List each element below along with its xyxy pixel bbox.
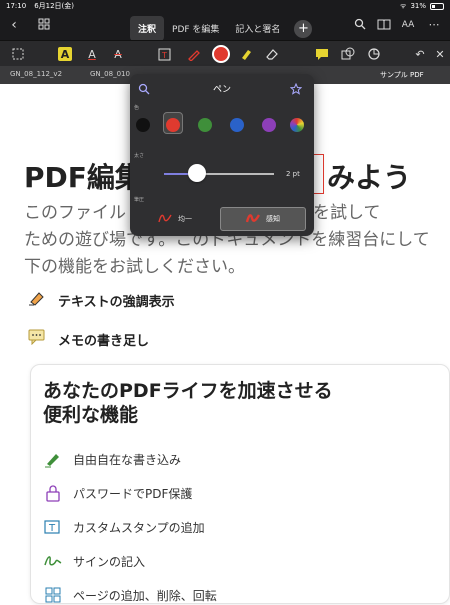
card-title-line: あなたのPDFライフを加速させる (43, 380, 333, 402)
card-item: パスワードでPDF保護 (43, 483, 192, 503)
size-slider[interactable] (164, 173, 274, 175)
card-item: ページの追加、削除、回転 (43, 585, 217, 605)
text-size-icon[interactable]: AA (400, 18, 416, 34)
paragraph-line: 下の機能をお試しください。 (24, 257, 245, 277)
card-item: サインの記入 (43, 551, 145, 571)
card-item-label: 自由自在な書き込み (73, 452, 182, 467)
doc-tab[interactable]: GN_08_112_v2 (10, 70, 62, 78)
feature-highlight: テキストの強調表示 (28, 290, 175, 310)
select-icon[interactable] (10, 46, 26, 62)
squiggle-icon (158, 213, 172, 225)
color-swatch-black[interactable] (136, 118, 150, 132)
page-heading: PDF編集 (24, 161, 143, 194)
underline-icon[interactable]: A (84, 46, 100, 62)
pen-settings-popup: ペン 色 太さ 2 pt 筆圧 均一 感知 (130, 74, 314, 236)
color-swatch-blue[interactable] (230, 118, 244, 132)
mode-uniform-button[interactable]: 均一 (140, 207, 210, 231)
card-item-label: ページの追加、削除、回転 (73, 588, 217, 603)
card-item: 自由自在な書き込み (43, 449, 181, 469)
highlighter-icon (28, 290, 46, 310)
status-date: 6月12日(金) (34, 2, 75, 10)
card-item-label: カスタムスタンプの追加 (73, 520, 205, 535)
status-time: 17:10 (6, 2, 27, 10)
color-label: 色 (134, 105, 140, 111)
size-value: 2 pt (286, 170, 300, 178)
undo-icon[interactable]: ↶ (412, 46, 428, 62)
size-label: 太さ (134, 153, 145, 159)
card-title: あなたのPDFライフを加速させる 便利な機能 (43, 379, 403, 427)
mode-sensitive-button[interactable]: 感知 (220, 207, 306, 231)
favorite-star-icon[interactable] (289, 80, 303, 99)
color-swatch-red[interactable] (166, 118, 180, 132)
shape-icon[interactable] (340, 46, 356, 62)
feature-label: テキストの強調表示 (58, 294, 175, 310)
card-item-label: パスワードでPDF保護 (73, 486, 193, 501)
svg-text:T: T (48, 523, 56, 534)
size-slider-track (198, 173, 274, 175)
battery-icon (430, 2, 444, 10)
color-wheel-icon[interactable] (290, 118, 304, 132)
tab-edit-pdf[interactable]: PDF を編集 (164, 16, 227, 41)
stamp-text-icon: T (43, 517, 63, 537)
close-toolbar-icon[interactable]: ✕ (432, 46, 448, 62)
lock-icon (43, 483, 63, 503)
doc-tab-active[interactable]: サンプル PDF (380, 70, 424, 80)
highlight-icon[interactable]: A (58, 47, 72, 61)
marker-icon[interactable] (238, 46, 254, 62)
grid-icon[interactable] (36, 18, 52, 34)
tab-annotate[interactable]: 注釈 (130, 16, 165, 41)
annotation-toolbar: A A A T ↶ ✕ (0, 40, 450, 66)
mode-uniform-label: 均一 (178, 215, 192, 223)
color-swatch-green[interactable] (198, 118, 212, 132)
popup-title: ペン (212, 85, 231, 95)
card-title-line: 便利な機能 (43, 404, 139, 426)
signature-icon (43, 551, 63, 571)
search-icon[interactable] (352, 18, 368, 34)
svg-text:T: T (161, 51, 167, 60)
card-item-label: サインの記入 (73, 554, 146, 569)
page-heading-end: みよう (327, 161, 412, 194)
text-box-icon[interactable]: T (156, 46, 172, 62)
pressure-squiggle-icon (245, 213, 261, 225)
strikethrough-icon[interactable]: A (110, 46, 126, 62)
mode-tabs: 注釈 PDF を編集 記入と署名 + (130, 16, 313, 41)
note-icon[interactable] (314, 46, 330, 62)
doc-tab[interactable]: GN_08_010 (90, 70, 130, 78)
more-icon[interactable]: ⋯ (426, 18, 442, 34)
pen-color-icon[interactable] (212, 45, 230, 63)
mode-sensitive-label: 感知 (266, 215, 280, 223)
note-icon (28, 329, 46, 349)
tab-fill-sign[interactable]: 記入と署名 (227, 16, 288, 41)
stamp-icon[interactable] (366, 46, 382, 62)
pen-icon[interactable] (186, 46, 202, 62)
features-card: あなたのPDFライフを加速させる 便利な機能 自由自在な書き込み パスワードでP… (30, 364, 450, 604)
card-item: T カスタムスタンプの追加 (43, 517, 205, 537)
book-icon[interactable] (376, 18, 392, 34)
feature-label: メモの書き足し (58, 333, 150, 349)
pressure-label: 筆圧 (134, 197, 145, 203)
back-icon[interactable]: ‹ (6, 18, 22, 34)
color-swatch-purple[interactable] (262, 118, 276, 132)
status-bar: 17:10 6月12日(金) ᯤ 31% (0, 0, 450, 12)
feature-note: メモの書き足し (28, 329, 149, 349)
top-bar: ‹ 注釈 PDF を編集 記入と署名 + AA ⋯ (0, 12, 450, 41)
battery-percent: 31% (410, 2, 426, 10)
eraser-icon[interactable] (264, 46, 280, 62)
freehand-icon (43, 449, 63, 469)
size-slider-knob[interactable] (188, 164, 206, 182)
add-tool-button[interactable]: + (294, 19, 313, 38)
pages-icon (43, 585, 63, 605)
wifi-icon: ᯤ (400, 1, 407, 10)
